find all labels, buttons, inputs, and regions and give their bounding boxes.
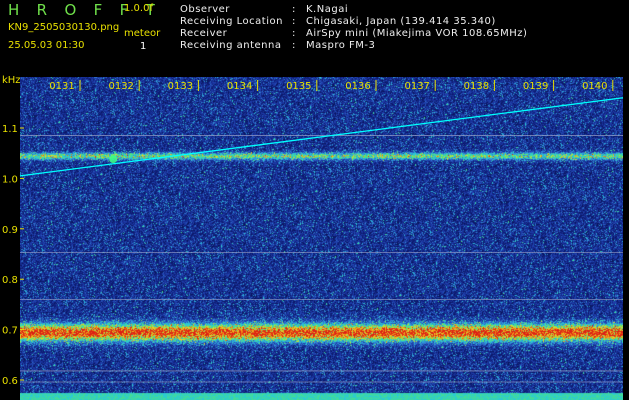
meteor-count-value: 1: [140, 41, 147, 52]
location-row: Receiving Location: Chigasaki, Japan (139…: [180, 16, 496, 27]
y-tick-label: 0.7: [2, 326, 18, 337]
meteor-count-label: meteor: [124, 28, 161, 39]
info-label: Receiving antenna: [180, 40, 282, 51]
hroft-window: H R O F F T 1.0.0f KN9_2505030130.png 25…: [0, 0, 629, 400]
info-value: Maspro FM-3: [306, 40, 376, 51]
y-tick-label: 0.9: [2, 225, 18, 236]
info-separator: :: [292, 28, 296, 39]
info-separator: :: [292, 4, 296, 15]
antenna-row: Receiving antenna: Maspro FM-3: [180, 40, 375, 51]
y-tick-label: 1.0: [2, 174, 18, 185]
y-tick-label: 0.8: [2, 275, 18, 286]
info-label: Receiving Location: [180, 16, 283, 27]
y-tick-label: 0.6: [2, 376, 18, 387]
y-axis-unit: kHz: [2, 75, 21, 86]
info-separator: :: [292, 16, 296, 27]
receiver-row: Receiver: AirSpy mini (Miakejima VOR 108.…: [180, 28, 527, 39]
observer-row: Observer: K.Nagai: [180, 4, 348, 15]
capture-timestamp: 25.05.03 01:30: [8, 40, 85, 51]
app-version: 1.0.0f: [124, 3, 153, 14]
file-name: KN9_2505030130.png: [8, 22, 120, 33]
info-value: AirSpy mini (Miakejima VOR 108.65MHz): [306, 28, 528, 39]
spectrogram-canvas: [20, 77, 623, 400]
info-label: Observer: [180, 4, 230, 15]
y-tick-label: 1.1: [2, 124, 18, 135]
info-value: K.Nagai: [306, 4, 349, 15]
info-separator: :: [292, 40, 296, 51]
info-value: Chigasaki, Japan (139.414 35.340): [306, 16, 496, 27]
info-label: Receiver: [180, 28, 228, 39]
